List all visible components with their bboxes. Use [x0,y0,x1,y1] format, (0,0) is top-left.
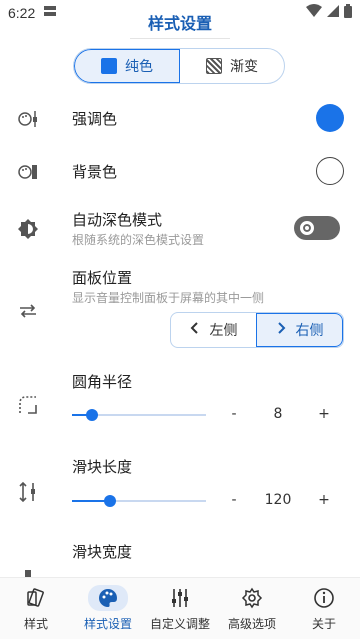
slider-length-label: 滑块长度 [72,458,133,476]
slider-length-slider[interactable] [72,491,206,511]
rounded-corner-icon [16,393,40,417]
panel-position-right-label: 右侧 [295,323,324,339]
corner-radius-value: 8 [273,406,283,422]
title-divider [130,38,230,39]
palette-box-icon [16,160,40,184]
gear-icon [239,585,265,611]
nav-item-custom-tune[interactable]: 自定义调整 [144,578,216,639]
info-icon [311,585,337,611]
accent-color-swatch[interactable] [316,104,344,132]
slider-thumb[interactable] [86,409,99,421]
swap-arrows-icon [16,299,40,323]
corner-radius-plus-button[interactable]: + [314,406,334,422]
dark-mode-row[interactable]: 自动深色模式 根随系统的深色模式设置 [0,205,360,251]
chevron-right-icon [276,322,286,338]
palette-pin-icon [16,107,40,131]
slider-thumb[interactable] [103,495,116,507]
style-icon [23,585,49,611]
color-mode-gradient-option[interactable]: 渐变 [180,49,284,83]
dark-mode-toggle[interactable] [294,216,340,240]
nav-label-style: 样式 [23,617,48,631]
toggle-knob [300,221,314,235]
slider-length-minus-button[interactable]: - [224,492,244,508]
brightness-icon [16,217,40,241]
background-color-label: 背景色 [72,163,118,181]
nav-label-custom-tune: 自定义调整 [149,617,210,631]
color-mode-gradient-label: 渐变 [230,59,258,75]
nav-item-advanced[interactable]: 高级选项 [216,578,288,639]
corner-radius-minus-button[interactable]: - [224,406,244,422]
page-title: 样式设置 [147,14,212,33]
panel-position-label: 面板位置 [72,269,133,287]
panel-position-right-option[interactable]: 右侧 [256,313,343,347]
slider-width-row: 滑块宽度 [0,535,360,582]
palette-icon [88,585,128,611]
color-mode-solid-label: 纯色 [125,59,153,75]
color-mode-solid-option[interactable]: 纯色 [74,49,180,83]
background-color-swatch[interactable] [316,157,344,185]
accent-color-row[interactable]: 强调色 [0,100,360,138]
nav-label-about: 关于 [311,617,336,631]
accent-color-label: 强调色 [72,110,118,128]
nav-item-about[interactable]: 关于 [288,578,360,639]
nav-item-style-settings[interactable]: 样式设置 [72,578,144,639]
tune-icon [167,585,193,611]
panel-position-segmented: 左侧 右侧 [170,312,344,348]
background-color-row[interactable]: 背景色 [0,153,360,191]
solid-square-icon [101,58,117,74]
slider-length-value: 120 [264,492,292,508]
gradient-square-icon [206,58,222,74]
nav-item-style[interactable]: 样式 [0,578,72,639]
corner-radius-slider[interactable] [72,405,206,425]
corner-radius-label: 圆角半径 [72,373,133,391]
slider-width-label: 滑块宽度 [72,543,133,561]
slider-length-plus-button[interactable]: + [314,492,334,508]
color-mode-segmented: 纯色 渐变 [73,48,285,84]
chevron-left-icon [190,322,200,338]
bottom-navigation: 样式 样式设置 自定义调整 高级选项 关于 [0,577,360,639]
panel-position-subtitle: 显示音量控制面板于屏幕的其中一侧 [72,291,265,305]
panel-position-left-option[interactable]: 左侧 [171,313,256,347]
dark-mode-label: 自动深色模式 [72,211,163,229]
height-adjust-icon [16,480,40,504]
dark-mode-subtitle: 根随系统的深色模式设置 [72,233,205,247]
panel-position-left-label: 左侧 [209,323,238,339]
nav-label-advanced: 高级选项 [227,617,276,631]
nav-label-style-settings: 样式设置 [83,617,132,631]
